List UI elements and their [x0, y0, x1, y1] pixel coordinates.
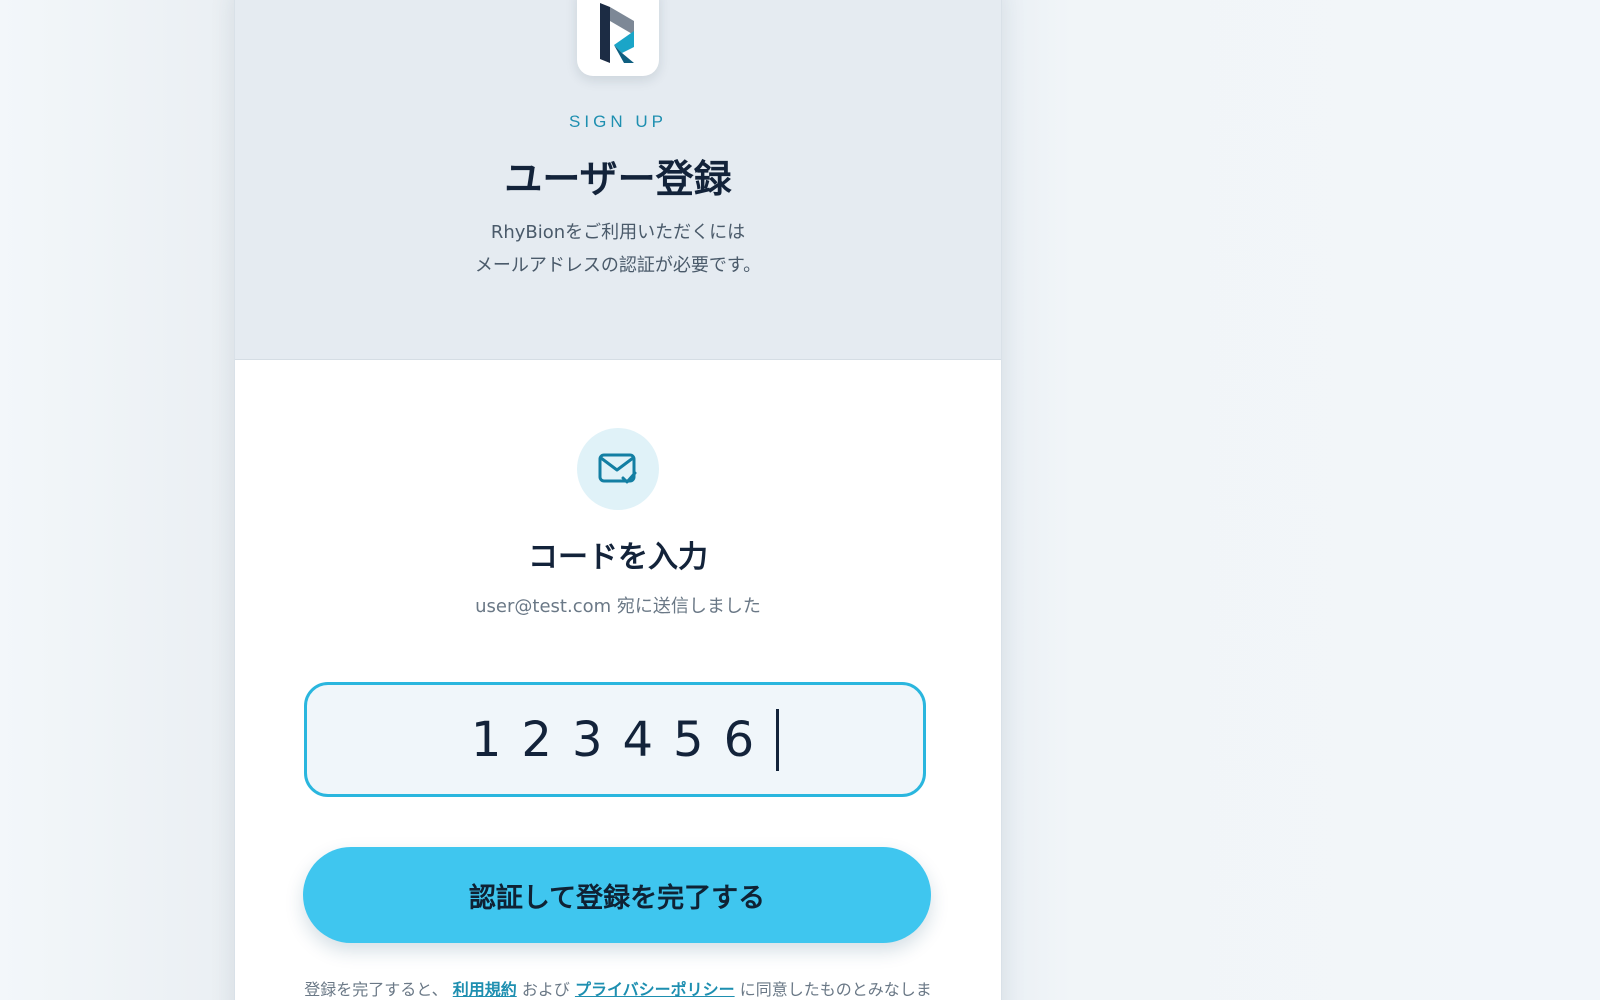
terms-notice: 登録を完了すると、 利用規約 および プライバシーポリシー に同意したものとみな… — [235, 976, 1001, 1000]
terms-middle: および — [521, 980, 570, 999]
verification-code-input[interactable]: 123456 — [304, 682, 926, 797]
code-section-title: コードを入力 — [528, 540, 708, 575]
eyebrow-label: SIGN UP — [569, 112, 667, 131]
mail-icon-badge — [577, 428, 659, 510]
page-title: ユーザー登録 — [504, 157, 732, 201]
subtitle-line-2: メールアドレスの認証が必要です。 — [474, 255, 762, 276]
logo — [577, 0, 659, 76]
rhybion-logo-icon — [600, 3, 634, 63]
background-left — [0, 0, 234, 1000]
verify-submit-button[interactable]: 認証して登録を完了する — [303, 847, 931, 943]
background-right — [1000, 0, 1600, 1000]
page-subtitle: RhyBionをご利用いただくには メールアドレスの認証が必要です。 — [235, 216, 1001, 282]
sent-to-text: user@test.com 宛に送信しました — [475, 596, 761, 617]
subtitle-line-1: RhyBionをご利用いただくには — [490, 222, 746, 243]
mail-check-icon — [598, 453, 637, 484]
terms-suffix: に同意したものとみなしま — [739, 980, 932, 999]
privacy-policy-link[interactable]: プライバシーポリシー — [575, 980, 735, 999]
code-value: 123456 — [470, 711, 775, 768]
terms-prefix: 登録を完了すると、 — [304, 980, 448, 999]
text-caret — [776, 708, 780, 771]
card-header: SIGN UP ユーザー登録 RhyBionをご利用いただくには メールアドレス… — [235, 0, 1001, 360]
terms-of-service-link[interactable]: 利用規約 — [453, 980, 517, 999]
signup-card: SIGN UP ユーザー登録 RhyBionをご利用いただくには メールアドレス… — [234, 0, 1002, 1000]
